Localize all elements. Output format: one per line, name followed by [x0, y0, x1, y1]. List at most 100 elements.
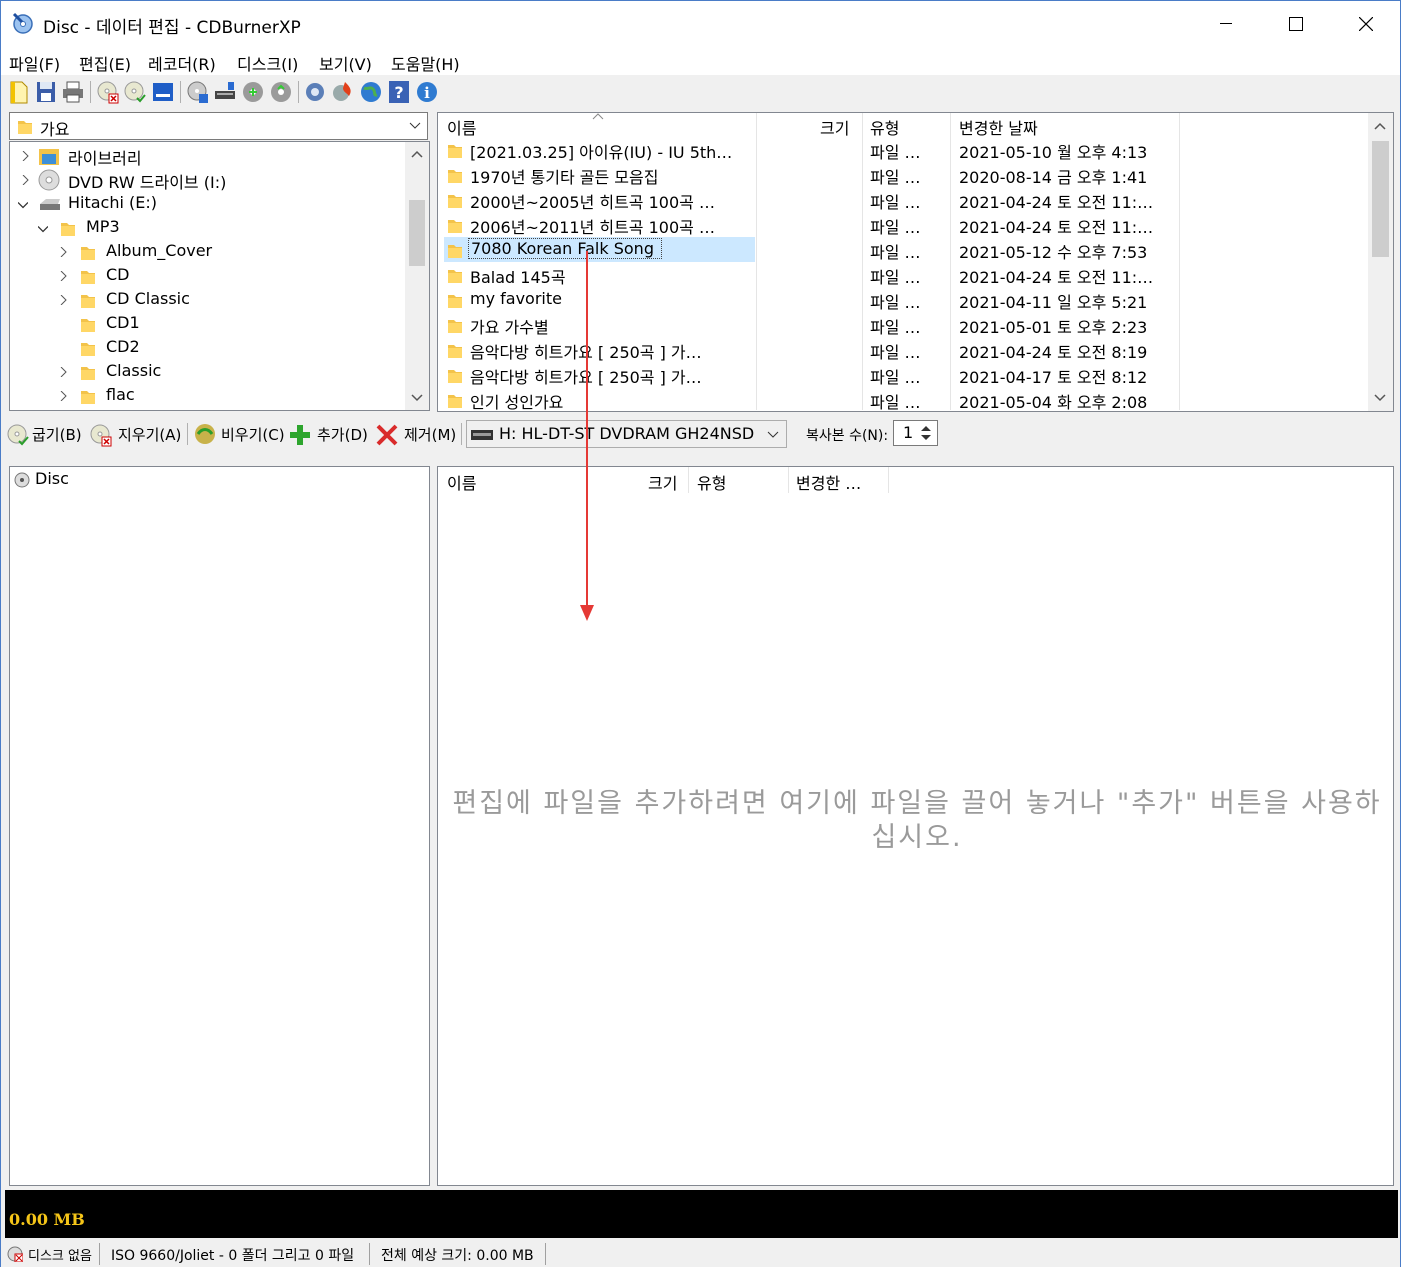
chevron-right-icon[interactable] [58, 367, 68, 377]
chevron-right-icon[interactable] [58, 391, 68, 401]
chevron-right-icon[interactable] [58, 295, 68, 305]
clear-button[interactable]: 비우기(C) [193, 421, 285, 447]
chevron-down-icon[interactable] [767, 431, 779, 439]
menu-disc[interactable]: 디스크(I) [237, 51, 298, 75]
file-row[interactable]: 2000년~2005년 히트곡 100곡 … 파일 … 2021-04-24 토… [438, 187, 1368, 212]
compilation-toolbar: 굽기(B) 지우기(A) 비우기(C) 추가(D) 제거(M) H: HL-DT… [1, 415, 1400, 453]
tree-item-cd[interactable]: CD [10, 264, 405, 288]
tree-item-library[interactable]: 라이브러리 [10, 144, 405, 168]
scroll-down-icon[interactable] [1374, 394, 1386, 402]
folder-icon [448, 345, 462, 358]
location-combo[interactable]: 가요 [9, 112, 428, 140]
column-divider [888, 467, 889, 493]
column-header-type[interactable]: 유형 [697, 470, 726, 494]
tree-item-mp3[interactable]: MP3 [10, 216, 405, 240]
tree-item-hitachi[interactable]: Hitachi (E:) [10, 192, 405, 216]
column-header-size[interactable]: 크기 [820, 115, 849, 139]
close-button[interactable] [1331, 1, 1401, 47]
maximize-button[interactable] [1261, 1, 1331, 47]
menu-view[interactable]: 보기(V) [319, 51, 372, 75]
cdburnerxp-app-icon [12, 12, 33, 34]
file-list-scrollbar[interactable] [1368, 113, 1393, 411]
copies-stepper[interactable]: 1 [893, 420, 938, 446]
remove-button[interactable]: 제거(M) [376, 421, 458, 447]
column-header-size[interactable]: 크기 [648, 470, 677, 494]
scroll-up-icon[interactable] [1374, 122, 1386, 130]
tree-item-cd2[interactable]: CD2 [10, 336, 405, 360]
chevron-down-icon[interactable] [409, 122, 421, 130]
toolbar-separator [461, 423, 462, 445]
menu-file[interactable]: 파일(F) [9, 51, 60, 75]
file-type: 파일 … [870, 143, 921, 162]
drive-icon[interactable] [213, 79, 237, 105]
tree-item-classic[interactable]: Classic [10, 360, 405, 384]
disc-properties-icon[interactable] [186, 79, 210, 105]
new-compilation-icon[interactable] [7, 79, 31, 105]
tree-item-dvd-drive[interactable]: DVD RW 드라이브 (I:) [10, 168, 405, 192]
file-type: 파일 … [870, 343, 921, 362]
copies-value[interactable]: 1 [903, 423, 913, 442]
erase-button[interactable]: 지우기(A) [89, 421, 181, 447]
tree-item-cd1[interactable]: CD1 [10, 312, 405, 336]
drive-select[interactable]: H: HL-DT-ST DVDRAM GH24NSD [466, 420, 787, 448]
tree-item-flac[interactable]: flac [10, 384, 405, 408]
status-total-size: 전체 예상 크기: 0.00 MB [381, 1248, 534, 1264]
compilation-tree: Disc [9, 466, 430, 1186]
print-icon[interactable] [61, 79, 85, 105]
file-row[interactable]: 2006년~2011년 히트곡 100곡 … 파일 … 2021-04-24 토… [438, 212, 1368, 237]
toolbar-separator [298, 81, 299, 103]
erase-label: 지우기(A) [118, 426, 182, 444]
verify-disc-icon[interactable] [123, 79, 147, 105]
erase-disc-icon[interactable] [96, 79, 120, 105]
chevron-right-icon[interactable] [58, 271, 68, 281]
compilation-root-disc[interactable]: Disc [10, 468, 210, 492]
file-list-scroll-thumb[interactable] [1372, 141, 1389, 257]
dvd-drive-icon [38, 169, 60, 191]
menu-edit[interactable]: 편집(E) [79, 51, 131, 75]
folder-icon [448, 370, 462, 383]
tree-item-cd-classic[interactable]: CD Classic [10, 288, 405, 312]
about-info-icon[interactable]: i [415, 79, 439, 105]
add-button[interactable]: 추가(D) [289, 421, 369, 447]
chevron-right-icon[interactable] [20, 151, 30, 161]
column-header-name[interactable]: 이름 [447, 470, 476, 494]
column-header-type[interactable]: 유형 [870, 115, 899, 139]
file-name: 인기 성인가요 [470, 393, 564, 412]
copy-disc-icon[interactable] [241, 79, 265, 105]
folder-icon [81, 319, 95, 332]
chevron-right-icon[interactable] [58, 247, 68, 257]
scroll-up-icon[interactable] [411, 150, 423, 158]
file-row[interactable]: 1970년 통기타 골든 모음집 파일 … 2020-08-14 금 오후 1:… [438, 162, 1368, 187]
column-header-modified[interactable]: 변경한 … [796, 470, 861, 494]
menu-recorder[interactable]: 레코더(R) [148, 51, 216, 75]
tree-scrollbar[interactable] [405, 142, 429, 410]
tree-item-album-cover[interactable]: Album_Cover [10, 240, 405, 264]
copies-label: 복사본 수(N): [806, 428, 889, 444]
menu-help[interactable]: 도움말(H) [391, 51, 460, 75]
spin-arrows-icon[interactable] [918, 423, 934, 443]
help-icon[interactable]: ? [387, 79, 411, 105]
disc-icon [14, 472, 30, 488]
scroll-down-icon[interactable] [411, 394, 423, 402]
column-header-modified[interactable]: 변경한 날짜 [959, 115, 1038, 139]
chevron-down-icon[interactable] [18, 200, 28, 210]
file-row[interactable]: [2021.03.25] 아이유(IU) - IU 5th… 파일 … 2021… [438, 137, 1368, 162]
tree-item-label: MP3 [86, 217, 120, 236]
minimize-icon [1220, 23, 1232, 24]
options-gear-icon[interactable] [303, 79, 327, 105]
burn-button[interactable]: 굽기(B) [6, 421, 86, 447]
clear-label: 비우기(C) [221, 426, 285, 444]
burn-disc-icon [7, 424, 29, 446]
column-header-name[interactable]: 이름 [447, 115, 476, 139]
chevron-down-icon[interactable] [38, 224, 48, 234]
disc-info-icon[interactable] [151, 79, 175, 105]
tree-scroll-thumb[interactable] [409, 200, 425, 266]
save-icon[interactable] [34, 79, 58, 105]
web-update-icon[interactable] [359, 79, 383, 105]
chevron-right-icon[interactable] [20, 175, 30, 185]
minimize-button[interactable] [1191, 1, 1261, 47]
refresh-disc-icon[interactable] [269, 79, 293, 105]
burn-flame-icon[interactable] [331, 79, 355, 105]
file-name: my favorite [470, 289, 562, 308]
folder-icon [448, 195, 462, 208]
